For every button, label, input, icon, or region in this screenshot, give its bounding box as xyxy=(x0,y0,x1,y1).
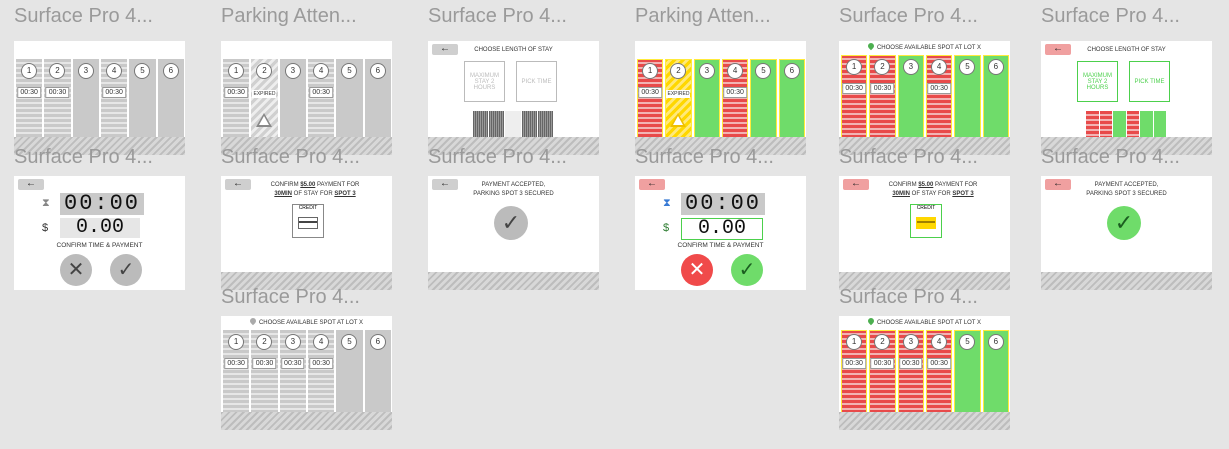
frame-title: Surface Pro 4... xyxy=(1041,146,1180,168)
time-display: 00:00 xyxy=(681,193,766,215)
frame-preview: 1 00:30 2 EXPIRED 3 4 00:30 5 6 xyxy=(221,41,392,155)
frame-preview: ← ⧗ 00:00 $ 0.00 CONFIRM TIME & PAYMENT … xyxy=(14,176,185,290)
frame-preview: ← PAYMENT ACCEPTED, PARKING SPOT 3 SECURE… xyxy=(428,176,599,290)
warning-icon xyxy=(256,113,273,127)
hourglass-icon: ⧗ xyxy=(42,197,50,209)
frame-title: Surface Pro 4... xyxy=(221,286,360,308)
warning-icon xyxy=(670,113,687,127)
time-display: 00:00 xyxy=(60,193,145,215)
cancel-button[interactable]: ✕ xyxy=(60,254,92,286)
frame-title: Surface Pro 4... xyxy=(14,146,153,168)
frame-title: Surface Pro 4... xyxy=(1041,5,1180,27)
location-pin-icon xyxy=(866,316,876,326)
check-icon: ✓ xyxy=(494,206,528,240)
frame-title: Surface Pro 4... xyxy=(428,5,567,27)
dollar-icon: $ xyxy=(42,222,49,234)
back-arrow-icon[interactable]: ← xyxy=(639,179,665,190)
frame-title: Surface Pro 4... xyxy=(839,146,978,168)
pick-time-button[interactable]: PICK TIME xyxy=(1129,61,1170,102)
frame-preview: ← PAYMENT ACCEPTED, PARKING SPOT 3 SECURE… xyxy=(1041,176,1212,290)
back-arrow-icon[interactable]: ← xyxy=(18,179,44,190)
pick-time-button[interactable]: PICK TIME xyxy=(516,61,557,102)
confirm-button[interactable]: ✓ xyxy=(731,254,763,286)
frame-title: Surface Pro 4... xyxy=(839,286,978,308)
cancel-button[interactable]: ✕ xyxy=(681,254,713,286)
frame-title: Parking Atten... xyxy=(221,5,357,27)
frame-title: Surface Pro 4... xyxy=(221,146,360,168)
frame-preview: CHOOSE AVAILABLE SPOT AT LOT X 1 00:30 20… xyxy=(839,316,1010,430)
frame-preview: 1 00:30 2 EXPIRED 3 4 00:30 5 6 xyxy=(635,41,806,155)
check-icon: ✓ xyxy=(1107,206,1141,240)
credit-card-icon[interactable]: CREDIT xyxy=(910,204,942,238)
frame-title: Surface Pro 4... xyxy=(635,146,774,168)
frame-title: Surface Pro 4... xyxy=(428,146,567,168)
frame-preview: ← CHOOSE LENGTH OF STAY MAXIMUM STAY 2 H… xyxy=(428,41,599,155)
payment-display: 0.00 xyxy=(681,218,763,240)
frame-preview: 1 00:30 2 00:30 3 4 00:30 5 6 xyxy=(14,41,185,155)
frame-preview: ← CONFIRM $5.00 PAYMENT FOR 30MIN OF STA… xyxy=(221,176,392,290)
frame-preview: CHOOSE AVAILABLE SPOT AT LOT X 1 00:30 20… xyxy=(839,41,1010,155)
frame-preview: ← ⧗ 00:00 $ 0.00 CONFIRM TIME & PAYMENT … xyxy=(635,176,806,290)
frame-preview: ← CHOOSE LENGTH OF STAY MAXIMUM STAY 2 H… xyxy=(1041,41,1212,155)
confirm-button[interactable]: ✓ xyxy=(110,254,142,286)
frame-preview: CHOOSE AVAILABLE SPOT AT LOT X 1 00:30 20… xyxy=(221,316,392,430)
location-pin-icon xyxy=(866,41,876,51)
max-stay-button[interactable]: MAXIMUM STAY 2 HOURS xyxy=(464,61,505,102)
frame-title: Surface Pro 4... xyxy=(14,5,153,27)
frame-title: Surface Pro 4... xyxy=(839,5,978,27)
location-pin-icon xyxy=(248,316,258,326)
dollar-icon: $ xyxy=(663,222,670,234)
credit-card-icon[interactable]: CREDIT xyxy=(292,204,324,238)
max-stay-button[interactable]: MAXIMUM STAY 2 HOURS xyxy=(1077,61,1118,102)
payment-display: 0.00 xyxy=(60,218,140,238)
frame-title: Parking Atten... xyxy=(635,5,771,27)
hourglass-icon: ⧗ xyxy=(663,197,671,209)
frame-preview: ← CONFIRM $5.00 PAYMENT FOR 30MIN OF STA… xyxy=(839,176,1010,290)
